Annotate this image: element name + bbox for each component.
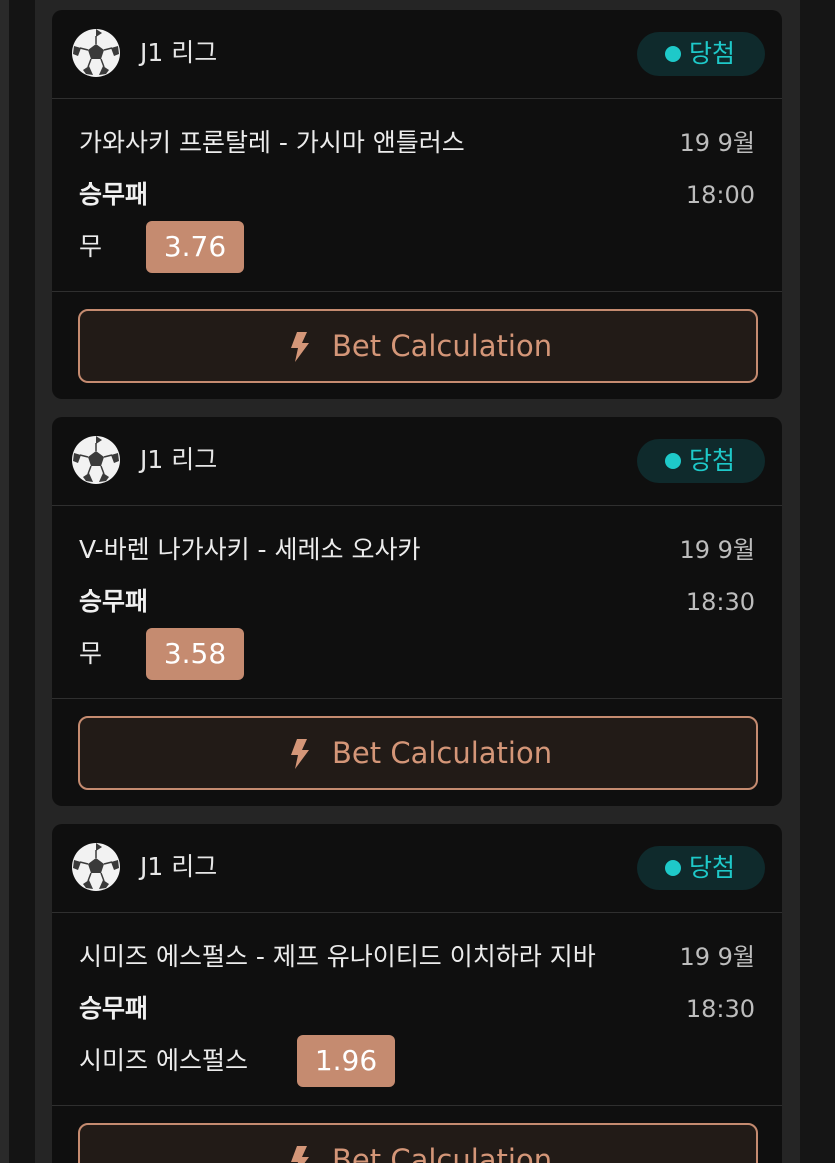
bet-history-screen: J1 리그 당첨 가와사키 프론탈레 - 가시마 앤틀러스 19 9월 승무패 … xyxy=(0,0,835,1163)
selection-label: 무 xyxy=(79,639,103,668)
match-time: 18:30 xyxy=(685,995,755,1023)
match-time: 18:00 xyxy=(685,181,755,209)
soccer-ball-icon xyxy=(72,29,120,77)
match-date: 19 9월 xyxy=(679,943,755,971)
match-time: 18:30 xyxy=(685,588,755,616)
divider xyxy=(52,1105,782,1106)
selection-label: 무 xyxy=(79,232,103,261)
lightning-bolt-icon xyxy=(291,332,309,362)
market-type: 승무패 xyxy=(79,994,149,1023)
divider xyxy=(52,291,782,292)
match-title: 시미즈 에스펄스 - 제프 유나이티드 이치하라 지바 xyxy=(79,942,596,971)
lightning-bolt-icon xyxy=(291,1146,309,1163)
card-header: J1 리그 당첨 xyxy=(52,417,782,506)
odds-value: 1.96 xyxy=(297,1035,395,1087)
league-name: J1 리그 xyxy=(140,38,218,67)
bet-calculation-label: Bet Calculation xyxy=(332,329,553,363)
soccer-ball-icon xyxy=(72,436,120,484)
bet-card: J1 리그 당첨 V-바렌 나가사키 - 세레소 오사카 19 9월 승무패 1… xyxy=(52,417,782,806)
league-name: J1 리그 xyxy=(140,852,218,881)
odds-value: 3.76 xyxy=(146,221,244,273)
selection-label: 시미즈 에스펄스 xyxy=(79,1046,248,1075)
match-date: 19 9월 xyxy=(679,536,755,564)
status-dot-icon xyxy=(665,860,681,876)
bet-card: J1 리그 당첨 가와사키 프론탈레 - 가시마 앤틀러스 19 9월 승무패 … xyxy=(52,10,782,399)
status-label: 당첨 xyxy=(689,853,736,882)
lightning-bolt-icon xyxy=(291,739,309,769)
match-title: V-바렌 나가사키 - 세레소 오사카 xyxy=(79,535,421,564)
card-header: J1 리그 당첨 xyxy=(52,824,782,913)
status-dot-icon xyxy=(665,46,681,62)
right-edge xyxy=(800,0,835,1163)
odds-value: 3.58 xyxy=(146,628,244,680)
status-badge: 당첨 xyxy=(637,846,765,890)
league-name: J1 리그 xyxy=(140,445,218,474)
bet-calculation-button[interactable]: Bet Calculation xyxy=(78,716,758,790)
card-header: J1 리그 당첨 xyxy=(52,10,782,99)
market-type: 승무패 xyxy=(79,587,149,616)
match-date: 19 9월 xyxy=(679,129,755,157)
status-badge: 당첨 xyxy=(637,439,765,483)
match-title: 가와사키 프론탈레 - 가시마 앤틀러스 xyxy=(79,128,465,157)
market-type: 승무패 xyxy=(79,180,149,209)
soccer-ball-icon xyxy=(72,843,120,891)
status-badge: 당첨 xyxy=(637,32,765,76)
bet-calculation-button[interactable]: Bet Calculation xyxy=(78,1123,758,1163)
status-dot-icon xyxy=(665,453,681,469)
status-label: 당첨 xyxy=(689,39,736,68)
divider xyxy=(52,698,782,699)
bet-calculation-label: Bet Calculation xyxy=(332,736,553,770)
bet-card: J1 리그 당첨 시미즈 에스펄스 - 제프 유나이티드 이치하라 지바 19 … xyxy=(52,824,782,1163)
status-label: 당첨 xyxy=(689,446,736,475)
bet-calculation-label: Bet Calculation xyxy=(332,1143,553,1163)
bet-calculation-button[interactable]: Bet Calculation xyxy=(78,309,758,383)
left-edge xyxy=(0,0,9,1163)
